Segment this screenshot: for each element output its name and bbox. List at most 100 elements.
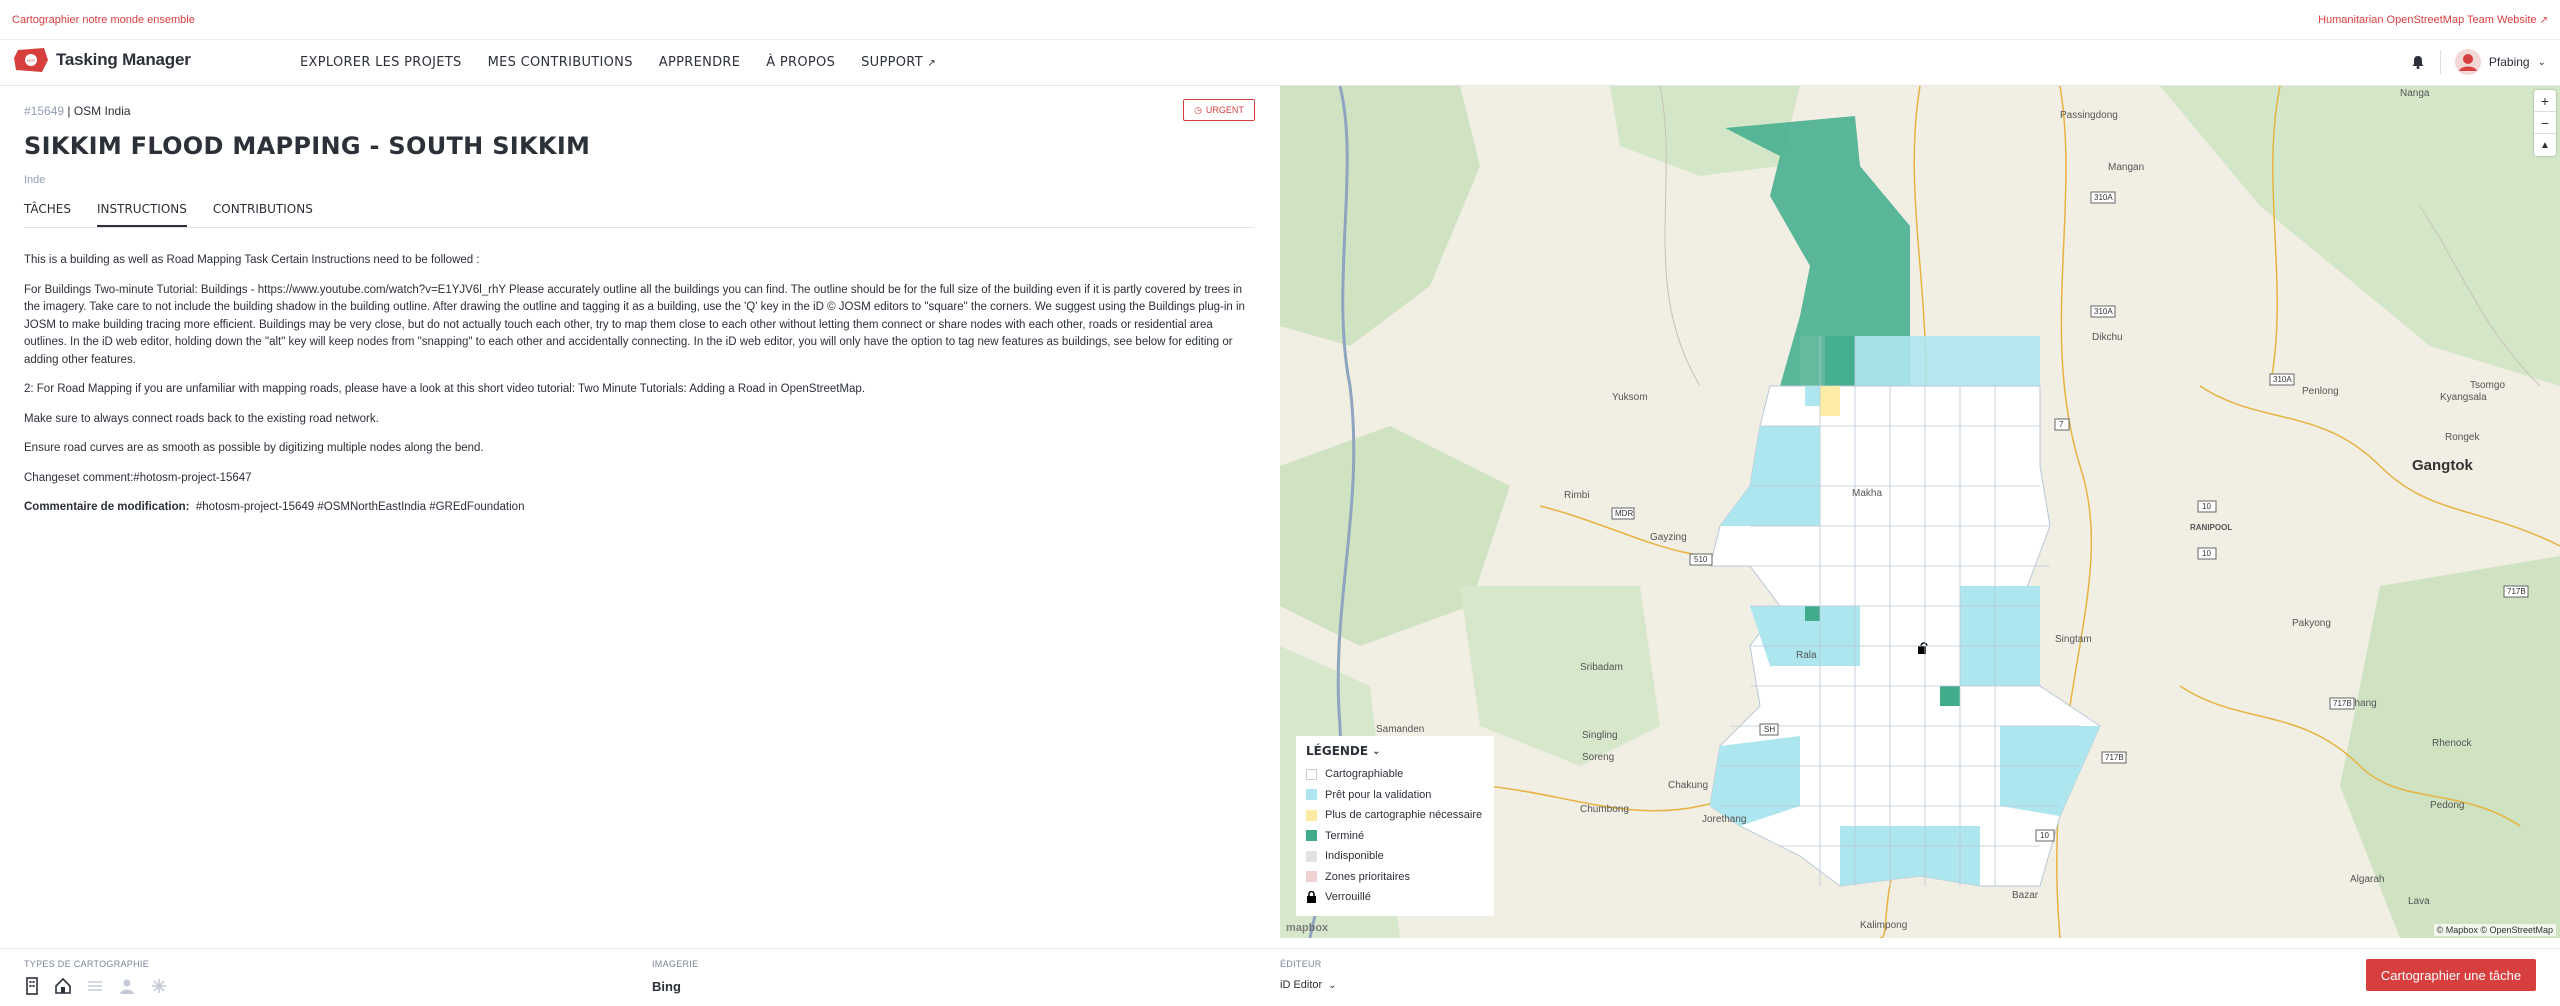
nav-right: Pfabing ⌄ (2410, 49, 2546, 75)
svg-text:310A: 310A (2094, 193, 2113, 202)
svg-text:717B: 717B (2333, 699, 2352, 708)
svg-text:SH: SH (1764, 725, 1775, 734)
imagery-value: Bing (652, 979, 681, 994)
svg-text:Penlong: Penlong (2302, 386, 2339, 397)
svg-text:MDR: MDR (1615, 509, 1633, 518)
instruction-paragraph: Changeset comment:#hotosm-project-15647 (24, 471, 252, 484)
zoom-out-button[interactable]: − (2534, 112, 2556, 134)
tagline-link[interactable]: Cartographier notre monde ensemble (12, 14, 195, 26)
clock-icon: ◷ (1194, 104, 1202, 115)
legend-item-locked: Verrouillé (1306, 887, 1484, 908)
map-task-button[interactable]: Cartographier une tâche (2366, 959, 2536, 991)
map-legend: LÉGENDE ⌄ Cartographiable Prêt pour la v… (1296, 736, 1494, 916)
svg-text:RANIPOOL: RANIPOOL (2190, 523, 2232, 532)
project-tabs: TÂCHES INSTRUCTIONS CONTRIBUTIONS (24, 202, 1255, 228)
hot-website-link[interactable]: Humanitarian OpenStreetMap Team Website … (2318, 14, 2548, 26)
username: Pfabing (2488, 55, 2530, 69)
chevron-down-icon: ⌄ (2537, 56, 2546, 68)
swatch (1306, 850, 1317, 862)
legend-item-priority: Zones prioritaires (1306, 867, 1484, 888)
legend-toggle[interactable]: LÉGENDE ⌄ (1306, 744, 1484, 758)
changeset-comment: Commentaire de modification: #hotosm-pro… (24, 499, 1256, 517)
svg-text:Singtam: Singtam (2055, 634, 2092, 645)
svg-text:HOT: HOT (27, 58, 36, 63)
reset-north-button[interactable]: ▲ (2534, 134, 2556, 156)
lock-icon (1307, 891, 1316, 904)
svg-text:Tsomgo: Tsomgo (2470, 380, 2505, 391)
instruction-paragraph: Ensure road curves are as smooth as poss… (24, 442, 484, 454)
svg-text:Gangtok: Gangtok (2412, 457, 2473, 474)
instruction-paragraph: This is a building as well as Road Mappi… (24, 254, 480, 266)
nav-support[interactable]: SUPPORT ↗ (861, 55, 936, 70)
zoom-in-button[interactable]: + (2534, 90, 2556, 112)
editor-select[interactable]: iD Editor ⌄ (1280, 979, 1337, 991)
project-details-panel: #15649 | OSM India ◷ URGENT SIKKIM FLOOD… (0, 86, 1280, 948)
svg-text:Samanden: Samanden (1376, 724, 1424, 735)
instruction-paragraph: For Buildings Two-minute Tutorial: Build… (24, 283, 1245, 366)
other-icon (152, 979, 166, 993)
svg-text:Chumbong: Chumbong (1580, 804, 1629, 815)
changeset-label: Commentaire de modification: (24, 501, 190, 513)
land-use-icon (120, 979, 134, 994)
divider (2439, 50, 2441, 74)
svg-text:Yuksom: Yuksom (1612, 392, 1648, 403)
svg-text:Nanga: Nanga (2400, 88, 2430, 99)
nav-my-contributions[interactable]: MES CONTRIBUTIONS (488, 55, 633, 70)
legend-item-mappable: Cartographiable (1306, 764, 1484, 785)
tab-contributions[interactable]: CONTRIBUTIONS (213, 202, 313, 227)
svg-text:10: 10 (2202, 549, 2211, 558)
swatch (1306, 809, 1317, 821)
urgent-badge: ◷ URGENT (1183, 99, 1255, 121)
swatch (1306, 768, 1317, 780)
svg-text:510: 510 (1694, 555, 1708, 564)
svg-text:Makha: Makha (1852, 488, 1882, 499)
project-id[interactable]: #15649 (24, 104, 64, 118)
map-attribution[interactable]: © Mapbox © OpenStreetMap (2433, 924, 2556, 936)
svg-text:Singling: Singling (1582, 730, 1618, 741)
tab-instructions[interactable]: INSTRUCTIONS (97, 202, 187, 227)
svg-text:Jorethang: Jorethang (1702, 814, 1746, 825)
project-map[interactable]: Passingdong Mangan Dikchu Yuksom Penlong… (1280, 86, 2560, 938)
instruction-paragraph: Make sure to always connect roads back t… (24, 412, 379, 425)
svg-text:Lava: Lava (2408, 896, 2430, 907)
svg-text:Rongek: Rongek (2445, 432, 2480, 443)
mapbox-logo[interactable]: mapbox (1286, 922, 1328, 934)
svg-text:Mangan: Mangan (2108, 162, 2144, 173)
chevron-down-icon: ⌄ (1372, 745, 1381, 757)
mapping-types-label: TYPES DE CARTOGRAPHIE (24, 959, 149, 969)
nav-learn[interactable]: APPRENDRE (659, 55, 741, 70)
hot-logo-icon: HOT (14, 48, 48, 72)
road-icon (55, 977, 71, 994)
waterways-icon (88, 981, 102, 991)
project-org: OSM India (73, 104, 131, 118)
external-link-icon: ↗ (927, 58, 937, 69)
project-header: #15649 | OSM India (24, 104, 131, 118)
svg-text:7: 7 (2059, 420, 2064, 429)
instructions-body: This is a building as well as Road Mappi… (24, 252, 1256, 529)
svg-text:Sribadam: Sribadam (1580, 662, 1623, 673)
map-zoom-controls: + − ▲ (2534, 90, 2556, 156)
nav-menu: EXPLORER LES PROJETS MES CONTRIBUTIONS A… (300, 55, 936, 70)
swatch (1306, 871, 1317, 883)
project-title: SIKKIM FLOOD MAPPING - SOUTH SIKKIM (24, 132, 591, 160)
svg-text:Bazar: Bazar (2012, 890, 2039, 901)
svg-text:Kyangsala: Kyangsala (2440, 392, 2487, 403)
top-bar: Cartographier notre monde ensemble Human… (0, 0, 2560, 40)
bottom-action-bar: TYPES DE CARTOGRAPHIE IMAGERIE Bing ÉDIT… (0, 948, 2560, 1006)
bell-icon[interactable] (2410, 54, 2426, 70)
svg-text:Algarah: Algarah (2350, 874, 2384, 885)
swatch (1306, 789, 1317, 801)
legend-item-ready-validation: Prêt pour la validation (1306, 785, 1484, 806)
nav-explore-projects[interactable]: EXPLORER LES PROJETS (300, 55, 462, 70)
user-menu[interactable]: Pfabing ⌄ (2454, 49, 2546, 75)
tab-tasks[interactable]: TÂCHES (24, 202, 71, 227)
changeset-value: #hotosm-project-15649 #OSMNorthEastIndia… (195, 501, 525, 513)
svg-text:Rala: Rala (1796, 650, 1817, 661)
legend-item-more-mapping: Plus de cartographie nécessaire (1306, 805, 1484, 826)
app-logo[interactable]: HOT Tasking Manager (12, 46, 191, 74)
building-icon (26, 977, 38, 995)
main-nav: HOT Tasking Manager EXPLORER LES PROJETS… (0, 40, 2560, 86)
legend-item-unavailable: Indisponible (1306, 846, 1484, 867)
nav-about[interactable]: À PROPOS (766, 55, 835, 70)
avatar (2454, 49, 2481, 75)
